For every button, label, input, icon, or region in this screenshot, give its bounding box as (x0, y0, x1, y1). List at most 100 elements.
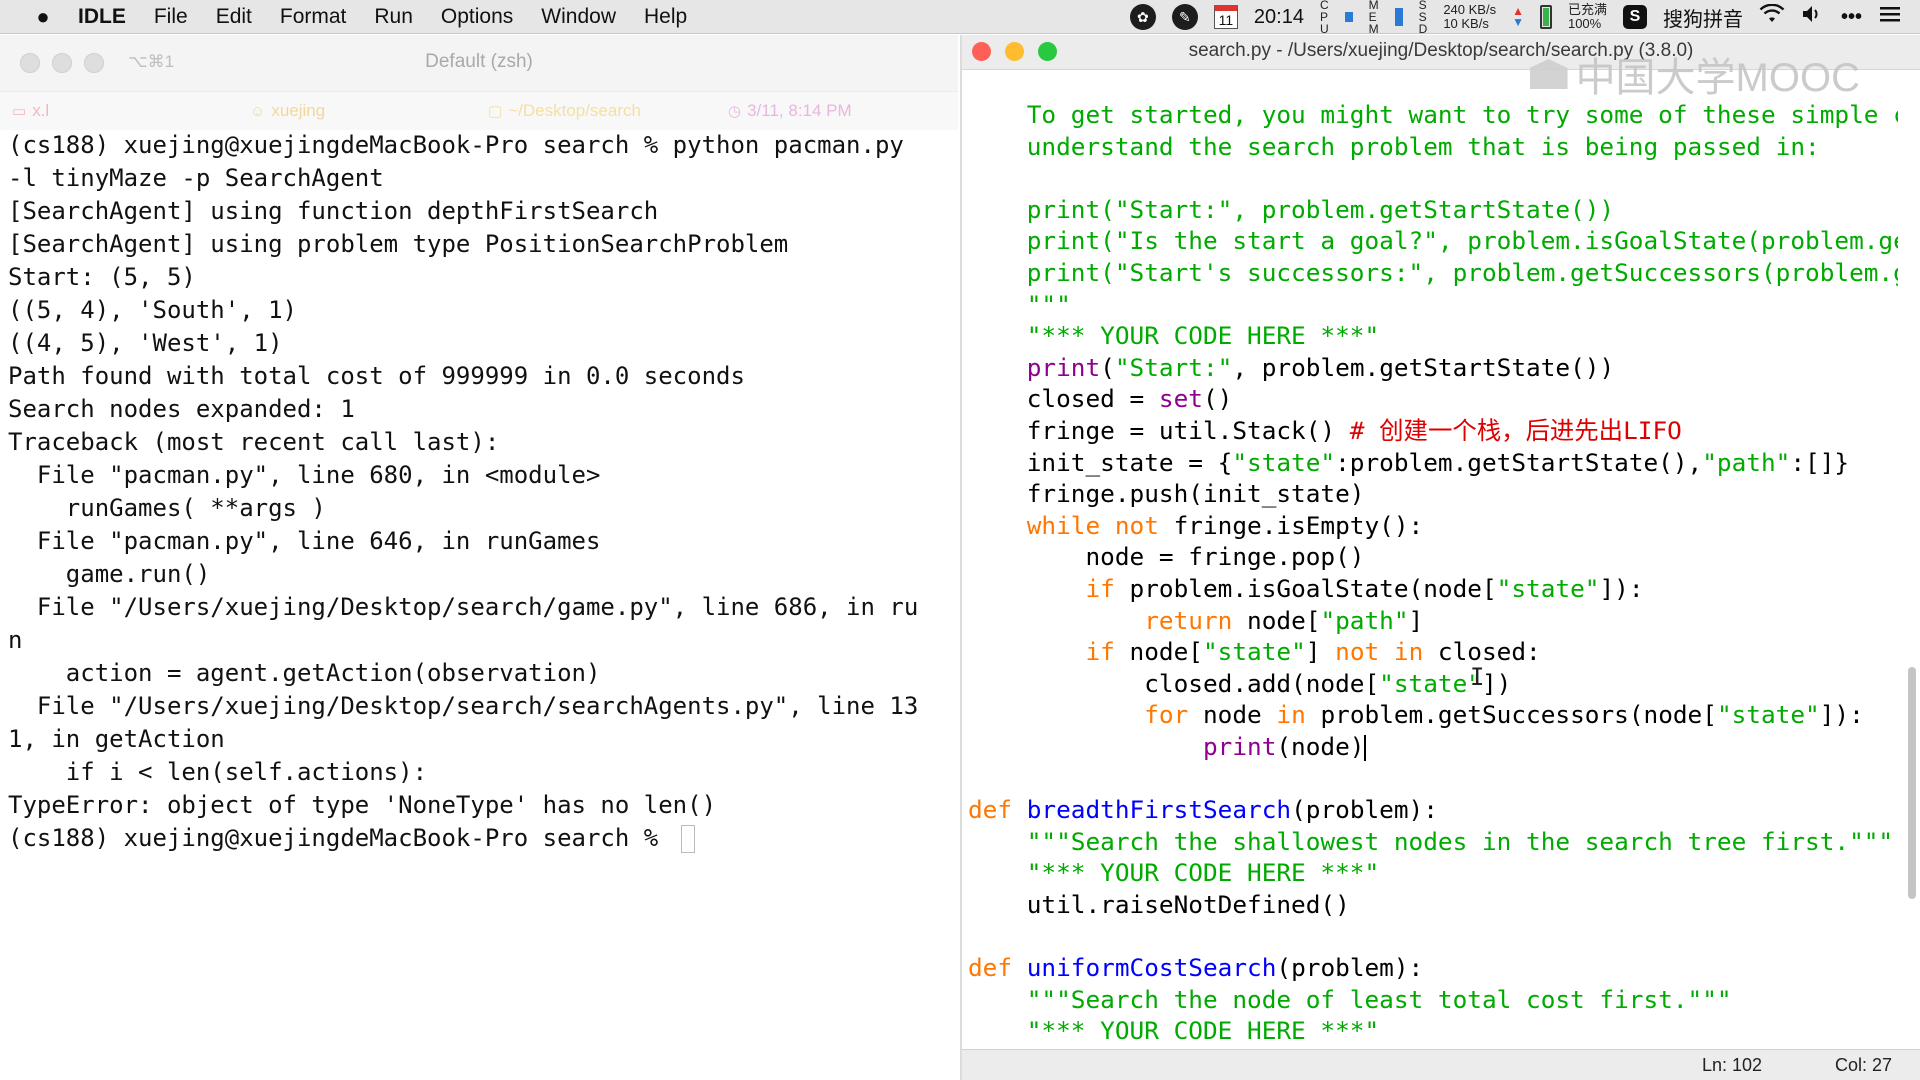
code-token: :[]} (1790, 447, 1850, 477)
wifi-icon[interactable] (1759, 3, 1785, 30)
code-line: if problem.isGoalState(node["state"]): (968, 573, 1898, 605)
ime-name[interactable]: 搜狗拼音 (1663, 3, 1743, 32)
code-token: understand the search problem that is be… (968, 131, 1820, 161)
menu-file[interactable]: File (154, 5, 188, 29)
code-token: print("Is the start a goal?", problem.is… (1026, 226, 1898, 256)
code-line: node = fringe.pop() (968, 541, 1898, 573)
code-token: if (968, 573, 1115, 603)
battery-percent: 100% (1567, 16, 1602, 31)
code-token: """Search the shallowest nodes in the se… (968, 826, 1894, 856)
code-line: "*** YOUR CODE HERE ***" (968, 857, 1898, 889)
code-line: To get started, you might want to try so… (968, 99, 1898, 131)
terminal-user-info: ☺ xuejing (250, 101, 325, 121)
sogou-ime-icon[interactable]: S (1622, 5, 1647, 29)
terminal-prompt-line[interactable]: (cs188) xuejing@xuejingdeMacBook-Pro sea… (8, 822, 954, 855)
code-line: """Search the node of least total cost f… (968, 984, 1898, 1016)
code-editor[interactable]: To get started, you might want to try so… (968, 99, 1898, 1049)
terminal-line: (cs188) xuejing@xuejingdeMacBook-Pro sea… (8, 131, 904, 159)
code-token: for (968, 700, 1189, 730)
terminal-tab-name: x.l (32, 101, 50, 120)
pen-app-icon[interactable]: ✎ (1171, 4, 1198, 30)
code-token: ( (1100, 352, 1115, 382)
code-token: problem.isGoalState(node[ (1114, 573, 1497, 603)
code-token: node[ (1114, 637, 1203, 667)
terminal-tab-info[interactable]: ▭ x.l (12, 101, 49, 121)
code-line: init_state = {"state":problem.getStartSt… (968, 447, 1898, 479)
menu-edit[interactable]: Edit (216, 5, 252, 29)
code-token: print (968, 352, 1101, 382)
app-menu-idle[interactable]: IDLE (78, 5, 126, 29)
terminal-line: File "/Users/xuejing/Desktop/search/sear… (8, 692, 919, 720)
menu-window[interactable]: Window (541, 5, 616, 29)
code-token: init_state = { (968, 447, 1233, 477)
user-icon: ☺ (250, 102, 266, 120)
menu-run[interactable]: Run (374, 5, 413, 29)
volume-icon[interactable] (1801, 4, 1825, 30)
cpu-monitor[interactable]: C P U (1320, 0, 1329, 35)
code-token: ]): (1599, 573, 1644, 603)
monitor-icon: ▭ (12, 103, 27, 120)
network-monitor[interactable]: 240 KB/s 10 KB/s (1443, 3, 1496, 31)
code-line: def breadthFirstSearch(problem): (968, 794, 1898, 826)
code-token: (problem): (1276, 953, 1424, 983)
ssd-monitor[interactable]: S S D (1419, 0, 1428, 35)
code-token: set (1158, 384, 1203, 414)
menu-help[interactable]: Help (644, 5, 687, 29)
terminal-line: n (8, 626, 23, 654)
mooc-logo-icon (1529, 59, 1568, 89)
code-line: def uniformCostSearch(problem): (968, 952, 1898, 984)
net-up-speed: 240 KB/s (1443, 2, 1497, 17)
editor-scrollbar[interactable] (1908, 667, 1916, 899)
terminal-cursor (680, 825, 695, 853)
menu-clock[interactable]: 20:14 (1254, 6, 1304, 29)
code-line: understand the search problem that is be… (968, 131, 1898, 163)
more-icon[interactable]: ••• (1841, 6, 1862, 29)
terminal-line: ((4, 5), 'West', 1) (8, 329, 283, 357)
code-token: "state" (1496, 573, 1600, 603)
apple-icon[interactable]: ● (28, 4, 58, 30)
terminal-titlebar[interactable]: ⌥⌘1 Default (zsh) (0, 35, 958, 92)
code-token: "path" (1702, 447, 1791, 477)
terminal-line: [SearchAgent] using function depthFirstS… (8, 197, 659, 225)
code-line: closed.add(node["state"]) (968, 668, 1898, 700)
code-token: "state" (1379, 668, 1482, 698)
menu-options[interactable]: Options (441, 5, 513, 29)
terminal-line: -l tinyMaze -p SearchAgent (8, 164, 384, 192)
terminal-line: File "pacman.py", line 646, in runGames (8, 527, 601, 555)
terminal-line: Path found with total cost of 999999 in … (8, 362, 745, 390)
mem-monitor[interactable]: M E M (1369, 0, 1379, 35)
terminal-line: Traceback (most recent call last): (8, 428, 500, 456)
calendar-icon[interactable]: 11 (1213, 5, 1238, 29)
creative-cloud-icon[interactable]: ✿ (1129, 4, 1156, 30)
code-token: "state" (1232, 447, 1336, 477)
terminal-line: runGames( **args ) (8, 494, 326, 522)
code-token: breadthFirstSearch (1026, 795, 1292, 825)
cpu-label-u: U (1319, 22, 1329, 36)
code-token: node[ (1232, 605, 1321, 635)
code-token: ]) (1481, 668, 1512, 698)
terminal-status-bar: ▭ x.l ☺ xuejing ▢ ~/Desktop/search ◷ 3/11, 8… (0, 92, 958, 130)
text-cursor (1364, 734, 1367, 761)
control-center-icon[interactable] (1878, 4, 1902, 30)
terminal-window: ⌥⌘1 Default (zsh) ▭ x.l ☺ xuejing ▢ ~/Deskt… (0, 35, 958, 1080)
terminal-line: Start: (5, 5) (8, 263, 196, 291)
code-token: problem.getSuccessors(node[ (1305, 700, 1717, 730)
battery-status[interactable]: 已充满 100% (1568, 3, 1607, 31)
code-line: """ (968, 289, 1898, 321)
terminal-time-info: ◷ 3/11, 8:14 PM (728, 101, 852, 121)
mem-bars-icon (1394, 8, 1403, 26)
menu-format[interactable]: Format (280, 5, 347, 29)
status-column-number: Col: 27 (1834, 1055, 1892, 1075)
terminal-user-name: xuejing (271, 101, 326, 120)
battery-icon[interactable] (1539, 5, 1552, 29)
terminal-line: 1, in getAction (8, 725, 225, 753)
code-line: closed = set() (968, 383, 1898, 415)
code-token: util.raiseNotDefined() (968, 889, 1350, 919)
terminal-output[interactable]: (cs188) xuejing@xuejingdeMacBook-Pro sea… (8, 129, 954, 855)
calendar-day: 11 (1218, 11, 1234, 28)
code-token: "state" (1202, 637, 1306, 667)
terminal-line: File "/Users/xuejing/Desktop/search/game… (8, 593, 919, 621)
code-token: closed.add(node[ (968, 668, 1380, 698)
code-token: () (1202, 384, 1233, 414)
